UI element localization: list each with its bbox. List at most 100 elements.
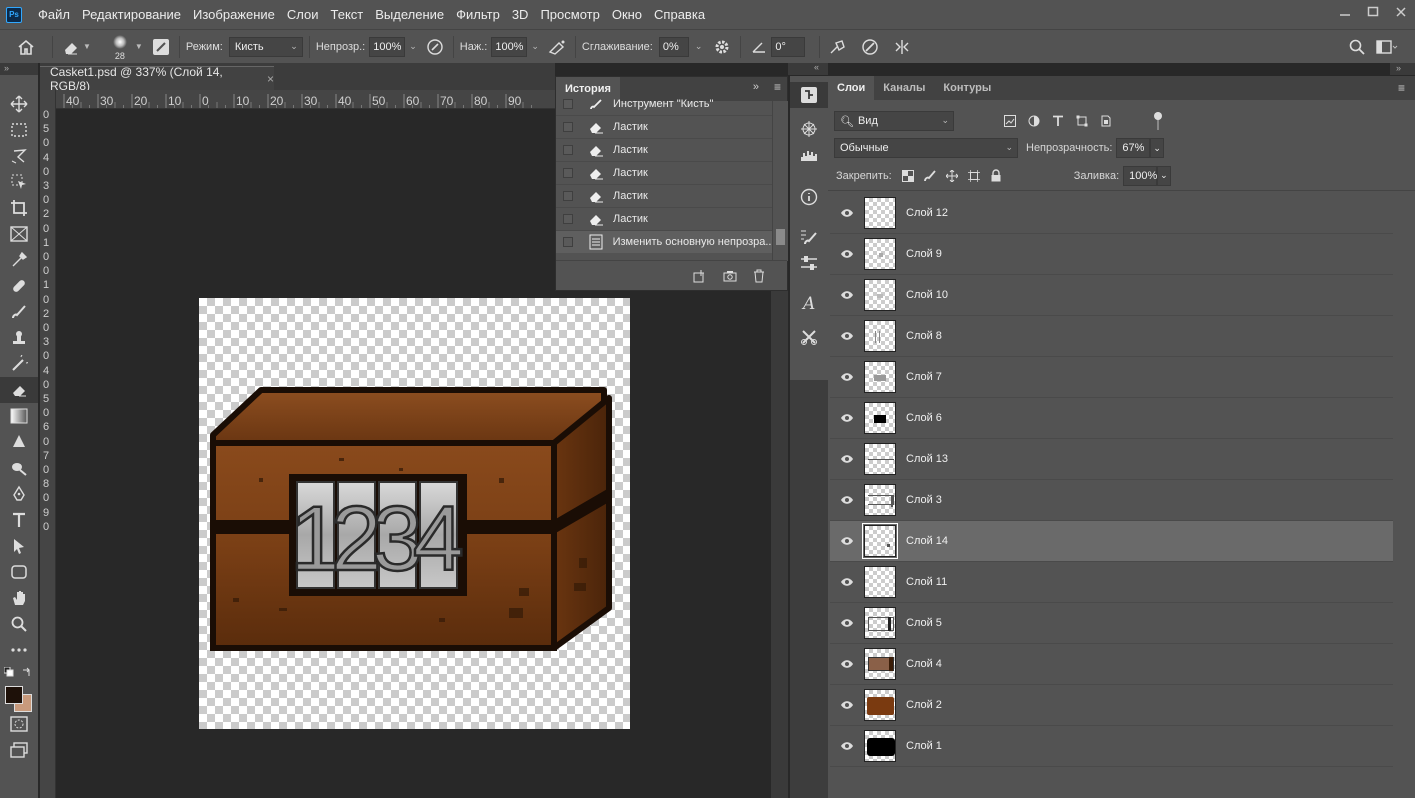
eraser-tool-preset-icon[interactable] bbox=[59, 35, 83, 59]
hand-tool-icon[interactable] bbox=[0, 585, 38, 611]
layer-opacity-dropdown[interactable]: ⌄ bbox=[1150, 138, 1165, 158]
layer-opacity-input[interactable]: 67% bbox=[1116, 138, 1151, 158]
layer-row[interactable]: Слой 14 bbox=[830, 521, 1393, 562]
lock-transparent-icon[interactable] bbox=[901, 169, 914, 182]
blur-tool-icon[interactable] bbox=[0, 429, 38, 455]
visibility-eye-icon[interactable] bbox=[830, 372, 864, 382]
layer-name[interactable]: Слой 5 bbox=[906, 617, 942, 629]
layer-row[interactable]: Слой 8 bbox=[830, 316, 1393, 357]
default-colors-icon[interactable] bbox=[4, 667, 14, 677]
history-panel-icon[interactable] bbox=[790, 82, 828, 108]
history-scrollbar[interactable] bbox=[772, 101, 788, 261]
menu-item-10[interactable]: Справка bbox=[648, 0, 711, 29]
layer-name[interactable]: Слой 13 bbox=[906, 453, 948, 465]
gradient-tool-icon[interactable] bbox=[0, 403, 38, 429]
smart-object-filter-icon[interactable] bbox=[1100, 115, 1112, 127]
layer-thumbnail[interactable] bbox=[864, 730, 896, 762]
layer-name[interactable]: Слой 7 bbox=[906, 371, 942, 383]
collapse-panel-icon[interactable]: » bbox=[753, 81, 759, 93]
tab-layers[interactable]: Слои bbox=[828, 76, 875, 100]
gear-icon[interactable] bbox=[710, 35, 734, 59]
brush-settings-icon[interactable] bbox=[149, 35, 173, 59]
snapshot-icon[interactable] bbox=[723, 270, 737, 282]
glyphs-icon[interactable]: A bbox=[790, 290, 828, 316]
history-item[interactable]: Ластик bbox=[556, 139, 772, 162]
more-tools-icon[interactable] bbox=[0, 637, 38, 663]
brush-tool-icon[interactable] bbox=[0, 299, 38, 325]
document-canvas[interactable]: 1234 bbox=[199, 298, 630, 729]
crop-tool-icon[interactable] bbox=[0, 195, 38, 221]
eyedropper-icon[interactable] bbox=[0, 247, 38, 273]
layer-row[interactable]: Слой 5 bbox=[830, 603, 1393, 644]
erase-history-icon[interactable] bbox=[858, 35, 882, 59]
layer-row[interactable]: Слой 11 bbox=[830, 562, 1393, 603]
layer-thumbnail[interactable] bbox=[864, 689, 896, 721]
tool-presets-icon[interactable] bbox=[790, 324, 828, 350]
history-source-checkbox[interactable] bbox=[563, 237, 573, 247]
history-item[interactable]: Ластик bbox=[556, 116, 772, 139]
layer-name[interactable]: Слой 3 bbox=[906, 494, 942, 506]
history-source-checkbox[interactable] bbox=[563, 145, 573, 155]
lock-position-icon[interactable] bbox=[945, 169, 958, 182]
chevron-down-icon[interactable]: ▼ bbox=[83, 42, 91, 51]
history-item[interactable]: Ластик bbox=[556, 208, 772, 231]
screen-mode-icon[interactable] bbox=[0, 737, 38, 763]
layer-thumbnail[interactable] bbox=[864, 443, 896, 475]
history-item[interactable]: Ластик bbox=[556, 185, 772, 208]
foreground-color-swatch[interactable] bbox=[5, 686, 23, 704]
layer-row[interactable]: Слой 13 bbox=[830, 439, 1393, 480]
panels-collapse-bar[interactable]: « bbox=[788, 62, 828, 75]
layer-name[interactable]: Слой 2 bbox=[906, 699, 942, 711]
layer-row[interactable]: Слой 4 bbox=[830, 644, 1393, 685]
layer-thumbnail[interactable] bbox=[864, 279, 896, 311]
layer-name[interactable]: Слой 6 bbox=[906, 412, 942, 424]
layer-thumbnail[interactable] bbox=[864, 197, 896, 229]
layer-thumbnail[interactable] bbox=[864, 607, 896, 639]
visibility-eye-icon[interactable] bbox=[830, 290, 864, 300]
blend-mode-select[interactable]: Обычные ⌄ bbox=[834, 138, 1018, 158]
minimize-button[interactable] bbox=[1331, 0, 1359, 24]
layer-name[interactable]: Слой 1 bbox=[906, 740, 942, 752]
layer-name[interactable]: Слой 9 bbox=[906, 248, 942, 260]
chevron-down-icon[interactable]: ▼ bbox=[135, 42, 143, 51]
maximize-button[interactable] bbox=[1359, 0, 1387, 24]
panel-menu-icon[interactable]: ≡ bbox=[1398, 81, 1405, 95]
lock-all-icon[interactable] bbox=[990, 169, 1002, 182]
dodge-tool-icon[interactable] bbox=[0, 455, 38, 481]
info-icon[interactable] bbox=[790, 184, 828, 210]
symmetry-icon[interactable] bbox=[890, 35, 914, 59]
marquee-tool-icon[interactable] bbox=[0, 117, 38, 143]
history-source-checkbox[interactable] bbox=[563, 214, 573, 224]
eraser-tool-icon[interactable] bbox=[0, 377, 38, 403]
layer-row[interactable]: Слой 9 bbox=[830, 234, 1393, 275]
collapse-icon[interactable]: « bbox=[814, 62, 819, 72]
menu-item-7[interactable]: 3D bbox=[506, 0, 535, 29]
search-icon[interactable] bbox=[1345, 35, 1369, 59]
close-window-button[interactable] bbox=[1387, 0, 1415, 24]
layer-row[interactable]: Слой 12 bbox=[830, 193, 1393, 234]
lock-pixels-icon[interactable] bbox=[923, 169, 936, 182]
layer-row[interactable]: Слой 3 bbox=[830, 480, 1393, 521]
menu-item-9[interactable]: Окно bbox=[606, 0, 648, 29]
move-tool-icon[interactable] bbox=[0, 91, 38, 117]
layer-name[interactable]: Слой 11 bbox=[906, 576, 947, 588]
tab-paths[interactable]: Контуры bbox=[934, 76, 1000, 100]
new-document-from-state-icon[interactable] bbox=[693, 269, 707, 283]
visibility-eye-icon[interactable] bbox=[830, 700, 864, 710]
mode-select[interactable]: Кисть ⌄ bbox=[228, 36, 303, 57]
histogram-icon[interactable] bbox=[790, 142, 828, 168]
menu-item-5[interactable]: Выделение bbox=[369, 0, 450, 29]
trash-icon[interactable] bbox=[753, 269, 765, 283]
visibility-eye-icon[interactable] bbox=[830, 741, 864, 751]
menu-item-3[interactable]: Слои bbox=[281, 0, 325, 29]
filter-toggle-switch[interactable] bbox=[1154, 112, 1162, 130]
object-select-icon[interactable] bbox=[0, 169, 38, 195]
zoom-tool-icon[interactable] bbox=[0, 611, 38, 637]
brush-size-picker[interactable]: 28 bbox=[105, 32, 135, 62]
healing-brush-icon[interactable] bbox=[0, 273, 38, 299]
layer-thumbnail[interactable] bbox=[864, 648, 896, 680]
adjustment-filter-icon[interactable] bbox=[1028, 115, 1040, 127]
visibility-eye-icon[interactable] bbox=[830, 495, 864, 505]
menu-item-0[interactable]: Файл bbox=[32, 0, 76, 29]
pixel-filter-icon[interactable] bbox=[1004, 115, 1016, 127]
